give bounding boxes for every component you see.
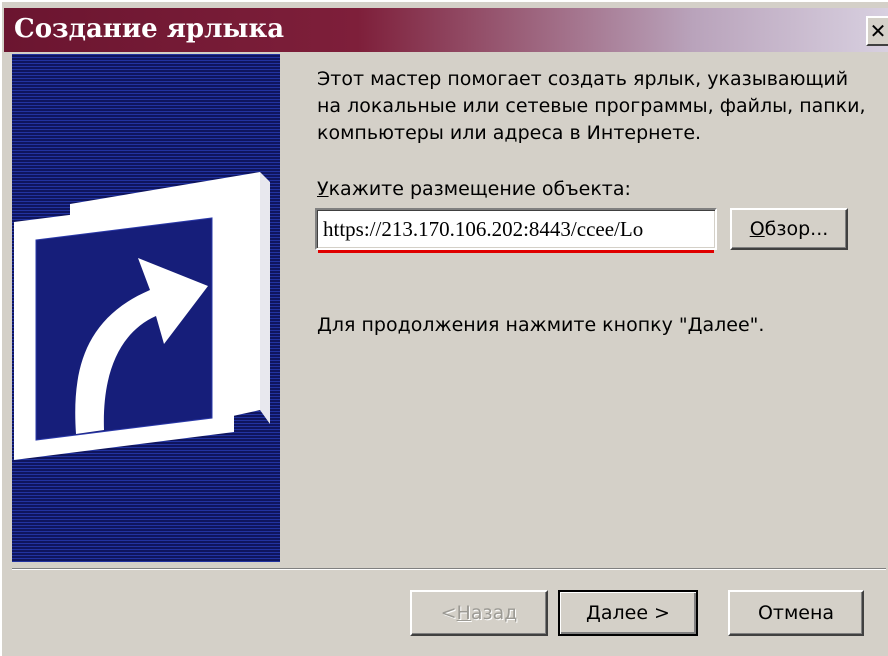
back-button[interactable]: < Назад — [410, 590, 548, 636]
intro-text: Этот мастер помогает создать ярлык, указ… — [317, 68, 866, 144]
location-label-rest: кажите размещение объекта: — [328, 178, 631, 200]
back-label-rest: азад — [470, 602, 518, 624]
location-label: Укажите размещение объекта: — [317, 178, 631, 200]
next-accel: Д — [586, 602, 601, 624]
next-label-rest: алее > — [600, 602, 670, 624]
browse-accel: О — [749, 218, 765, 240]
location-underline-mark — [318, 250, 714, 253]
shortcut-arrow-icon — [14, 172, 270, 460]
title-bar[interactable]: Создание ярлыка ✕ — [4, 8, 888, 52]
location-input[interactable] — [315, 208, 717, 250]
next-button[interactable]: Далее > — [558, 590, 698, 636]
browse-label-rest: бзор... — [764, 218, 829, 240]
cancel-button[interactable]: Отмена — [728, 590, 864, 636]
wizard-banner — [12, 54, 280, 562]
back-prefix: < — [440, 602, 457, 624]
close-button[interactable]: ✕ — [866, 16, 888, 46]
close-icon: ✕ — [869, 19, 887, 43]
window-title: Создание ярлыка — [14, 14, 285, 44]
create-shortcut-dialog: Создание ярлыка ✕ Этот мастер помогает с… — [0, 0, 888, 656]
back-accel: Н — [456, 602, 471, 624]
footer-separator-highlight — [12, 569, 886, 570]
continue-instruction: Для продолжения нажмите кнопку "Далее". — [317, 314, 765, 336]
browse-button[interactable]: Обзор... — [730, 208, 848, 250]
location-label-accel: У — [317, 178, 329, 200]
